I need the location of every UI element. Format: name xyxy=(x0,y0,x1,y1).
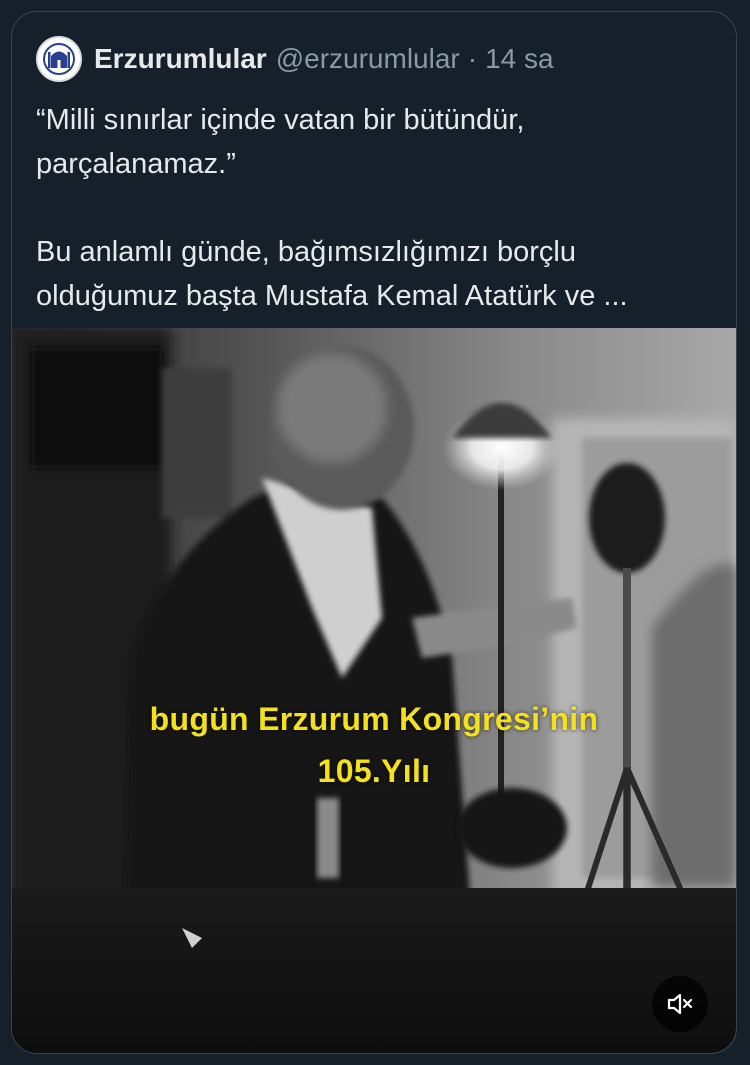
tweet-text-line: parçalanamaz.” xyxy=(36,148,236,180)
mute-button[interactable] xyxy=(652,976,708,1032)
mosque-logo-icon xyxy=(43,43,75,75)
video-caption-line: 105.Yılı xyxy=(317,753,431,789)
user-handle[interactable]: @erzurumlular xyxy=(276,43,460,75)
timestamp[interactable]: 14 sa xyxy=(485,43,554,75)
tweet-text: “Milli sınırlar içinde vatan bir bütündü… xyxy=(36,98,716,318)
speaker-muted-icon xyxy=(667,993,693,1015)
separator-dot: · xyxy=(467,43,478,74)
tweet-header: Erzurumlular @erzurumlular · 14 sa xyxy=(36,36,554,82)
avatar[interactable] xyxy=(36,36,82,82)
video-player[interactable]: bugün Erzurum Kongresi’nin 105.Yılı xyxy=(12,328,736,1053)
tweet-text-line: Bu anlamlı günde, bağımsızlığımızı borçl… xyxy=(36,236,576,268)
video-frame xyxy=(12,328,736,1053)
tweet-text-line: “Milli sınırlar içinde vatan bir bütündü… xyxy=(36,104,525,136)
display-name[interactable]: Erzurumlular xyxy=(94,43,267,75)
tweet-card[interactable]: Erzurumlular @erzurumlular · 14 sa “Mill… xyxy=(11,11,737,1054)
tweet-text-line: olduğumuz başta Mustafa Kemal Atatürk ve… xyxy=(36,280,628,312)
video-caption-line: bugün Erzurum Kongresi’nin xyxy=(149,701,599,737)
